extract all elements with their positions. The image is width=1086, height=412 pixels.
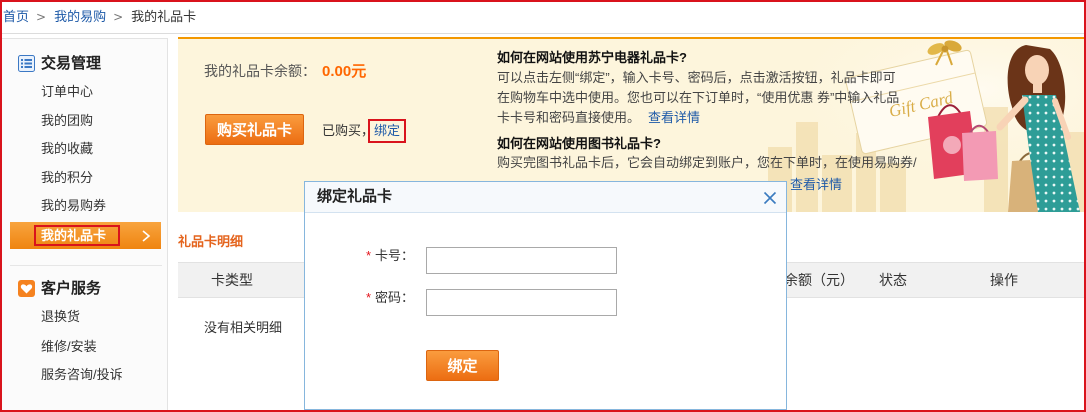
chevron-right-icon <box>141 230 151 242</box>
sidebar-item-consult[interactable]: 服务咨询/投诉 <box>41 365 123 385</box>
sidebar-section-divider <box>10 265 162 266</box>
buy-giftcard-button[interactable]: 购买礼品卡 <box>205 114 304 145</box>
card-password-label: 密码： <box>375 290 415 305</box>
empty-details-message: 没有相关明细 <box>204 320 283 335</box>
sidebar-item-points[interactable]: 我的积分 <box>41 168 93 188</box>
required-mark: * <box>366 248 372 263</box>
card-number-label: 卡号： <box>375 248 415 263</box>
sidebar: 交易管理 订单中心 我的团购 我的收藏 我的积分 我的易购券 我的礼品卡 客户服… <box>2 38 168 412</box>
breadcrumb-current: 我的礼品卡 <box>131 9 197 24</box>
bind-submit-button[interactable]: 绑定 <box>426 350 499 381</box>
sidebar-section-title-trade: 交易管理 <box>41 55 102 72</box>
sidebar-item-coupons[interactable]: 我的易购券 <box>41 196 106 216</box>
breadcrumb-divider <box>0 33 1086 34</box>
sidebar-item-returns[interactable]: 退换货 <box>41 307 80 327</box>
column-header-actions: 操作 <box>990 272 1018 288</box>
bind-giftcard-dialog: 绑定礼品卡 * 卡号： * 密码： 绑定 <box>304 181 787 410</box>
breadcrumb: 首页 > 我的易购 > 我的礼品卡 <box>3 7 196 27</box>
card-number-input[interactable] <box>426 247 617 274</box>
view-details-link[interactable]: 查看详情 <box>648 110 700 125</box>
balance-label: 我的礼品卡余额： <box>204 63 316 79</box>
sidebar-item-orders[interactable]: 订单中心 <box>41 82 93 102</box>
dialog-header: 绑定礼品卡 <box>305 182 786 213</box>
breadcrumb-separator: > <box>36 10 47 24</box>
help-title-book-card: 如何在网站使用图书礼品卡? <box>497 136 661 151</box>
sidebar-section-title-service: 客户服务 <box>41 280 102 297</box>
breadcrumb-home-link[interactable]: 首页 <box>3 9 29 24</box>
required-mark: * <box>366 290 372 305</box>
heart-icon <box>18 280 35 297</box>
details-section-title: 礼品卡明细 <box>178 234 244 249</box>
sidebar-item-giftcard[interactable]: 我的礼品卡 <box>10 222 161 249</box>
balance-value: 0.00元 <box>322 63 367 80</box>
help-text-line-last: 卡卡号和密码直接使用。 查看详情 <box>497 109 700 127</box>
column-header-card-type: 卡类型 <box>211 272 253 288</box>
balance-line: 我的礼品卡余额： 0.00元 <box>204 61 366 82</box>
close-icon[interactable] <box>763 191 777 205</box>
help-text-line: 可以点击左侧“绑定”，输入卡号、密码后，点击激活按钮，礼品卡即可 <box>497 70 896 85</box>
dialog-title: 绑定礼品卡 <box>317 188 393 205</box>
sidebar-item-favorites[interactable]: 我的收藏 <box>41 139 93 159</box>
sidebar-item-group-buy[interactable]: 我的团购 <box>41 111 93 131</box>
highlight-box: 绑定 <box>368 119 406 143</box>
help-title-suning-card: 如何在网站使用苏宁电器礼品卡? <box>497 50 687 65</box>
purchased-text: 已购买， <box>322 123 375 138</box>
help-text-line: 卡卡号和密码直接使用。 <box>497 110 641 125</box>
list-icon <box>18 55 35 72</box>
card-password-input[interactable] <box>426 289 617 316</box>
column-header-status: 状态 <box>879 272 907 288</box>
sidebar-item-repair[interactable]: 维修/安装 <box>41 337 97 357</box>
column-header-balance: 余额（元） <box>784 272 854 288</box>
help-text-line: 在购物车中选中使用。您也可以在下订单时，“使用优惠 券”中输入礼品 <box>497 90 900 105</box>
bind-card-link[interactable]: 绑定 <box>374 123 400 138</box>
help-text-line: 购买完图书礼品卡后，它会自动绑定到账户，您在下单时，在使用易购券/ <box>497 155 917 170</box>
breadcrumb-my-yigou-link[interactable]: 我的易购 <box>54 9 106 24</box>
sidebar-item-label: 我的礼品卡 <box>41 228 107 243</box>
banner-top-rule <box>178 37 1084 39</box>
view-details-link[interactable]: 查看详情 <box>790 176 842 194</box>
breadcrumb-separator: > <box>113 10 124 24</box>
